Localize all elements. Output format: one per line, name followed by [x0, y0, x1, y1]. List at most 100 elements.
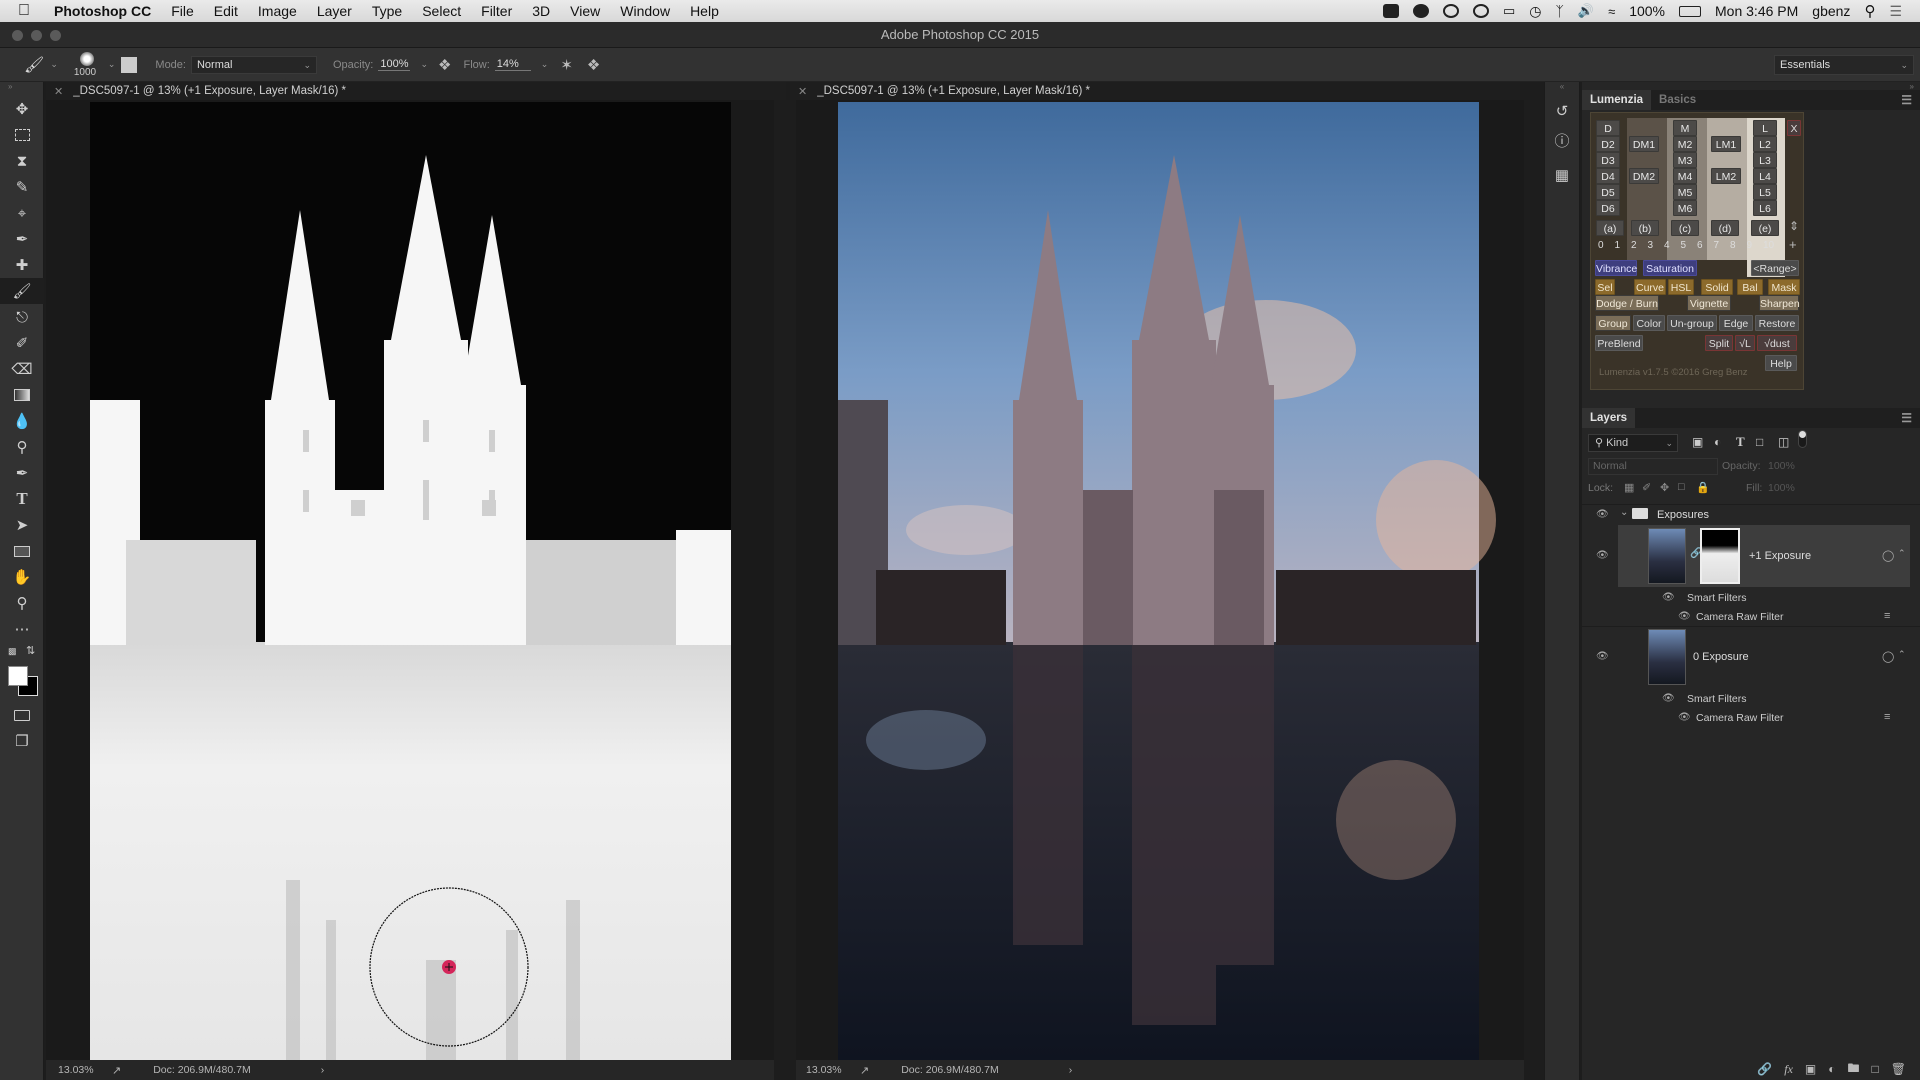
flow-input[interactable]: 14% — [494, 58, 531, 71]
lumenzia-btn-d4[interactable]: D4 — [1596, 168, 1620, 184]
menu-window[interactable]: Window — [610, 0, 680, 22]
lumenzia-zone-9[interactable]: 9 — [1747, 240, 1753, 251]
lumenzia-btn-m[interactable]: M — [1673, 120, 1697, 136]
blur-tool-icon[interactable]: 💧 — [0, 408, 44, 434]
panel-collapse-icon[interactable]: » — [1582, 82, 1920, 91]
brush-tool-icon[interactable]: 🖌 — [0, 278, 44, 304]
bluetooth-icon[interactable]: ᛉ — [1555, 3, 1563, 19]
lumenzia-btn-l2[interactable]: L2 — [1753, 136, 1777, 152]
lumenzia-btn-curve[interactable]: Curve — [1634, 279, 1666, 295]
menu-image[interactable]: Image — [248, 0, 307, 22]
lumenzia-btn-dodge-burn[interactable]: Dodge / Burn — [1595, 295, 1659, 311]
extension-panel-icon[interactable]: ▦ — [1545, 166, 1579, 194]
lumenzia-btn-split[interactable]: Split — [1705, 335, 1733, 351]
status-more-icon[interactable]: › — [321, 1064, 325, 1076]
hand-tool-icon[interactable]: ✋ — [0, 564, 44, 590]
lumenzia-btn-sel[interactable]: Sel — [1595, 279, 1615, 295]
zoom-tool-icon[interactable]: ⚲ — [0, 590, 44, 616]
collapse-effects-icon[interactable]: ⌃ — [1898, 649, 1906, 660]
user-name[interactable]: gbenz — [1812, 3, 1850, 19]
quick-mask-icon[interactable] — [0, 702, 44, 728]
lumenzia-btn-dm2[interactable]: DM2 — [1629, 168, 1659, 184]
password-icon[interactable] — [1442, 4, 1459, 18]
clone-stamp-tool-icon[interactable]: ⎋ — [0, 304, 44, 330]
history-panel-icon[interactable]: ↺ — [1545, 102, 1579, 130]
lumenzia-btn-hsl[interactable]: HSL — [1668, 279, 1694, 295]
doc-size[interactable]: Doc: 206.9M/480.7M — [901, 1064, 998, 1076]
close-tab-icon[interactable]: ✕ — [798, 85, 807, 98]
lumenzia-zone-2[interactable]: 2 — [1631, 240, 1637, 251]
marquee-tool-icon[interactable] — [0, 122, 44, 148]
blend-mode-select[interactable]: Normal — [1588, 458, 1718, 475]
lock-transparent-icon[interactable]: ▦ — [1624, 481, 1634, 494]
lumenzia-btn-d3[interactable]: D3 — [1596, 152, 1620, 168]
menu-3d[interactable]: 3D — [522, 0, 560, 22]
lumenzia-btn-preblend[interactable]: PreBlend — [1595, 335, 1643, 351]
menu-file[interactable]: File — [161, 0, 204, 22]
apple-icon[interactable]:  — [18, 2, 40, 20]
chevron-down-icon[interactable]: ⌄ — [541, 59, 549, 70]
lumenzia-btn-d6[interactable]: D6 — [1596, 200, 1620, 216]
tab-basics[interactable]: Basics — [1651, 90, 1704, 110]
lumenzia-zone-letter-1[interactable]: (b) — [1631, 220, 1659, 236]
lock-artboard-icon[interactable]: □ — [1678, 481, 1685, 493]
document-tab-1[interactable]: ✕ _DSC5097-1 @ 13% (+1 Exposure, Layer M… — [46, 82, 786, 100]
lumenzia-btn-check-l[interactable]: √L — [1735, 335, 1755, 351]
add-mask-icon[interactable]: ▣ — [1805, 1062, 1816, 1076]
lumenzia-btn-bal[interactable]: Bal — [1737, 279, 1763, 295]
collapse-effects-icon[interactable]: ⌃ — [1898, 548, 1906, 559]
new-adjustment-layer-icon[interactable]: ◐ — [1828, 1062, 1835, 1076]
doc-size[interactable]: Doc: 206.9M/480.7M — [153, 1064, 250, 1076]
battery-icon[interactable] — [1679, 5, 1702, 17]
camera-raw-filter-label[interactable]: Camera Raw Filter — [1696, 712, 1784, 724]
lumenzia-btn-l3[interactable]: L3 — [1753, 152, 1777, 168]
checkmark-circle-icon[interactable] — [1412, 4, 1429, 18]
pressure-size-icon[interactable]: ❖ — [587, 56, 600, 74]
healing-brush-tool-icon[interactable]: ✚ — [0, 252, 44, 278]
history-brush-tool-icon[interactable]: ✐ — [0, 330, 44, 356]
lumenzia-btn-color[interactable]: Color — [1633, 315, 1665, 331]
spotlight-search-icon[interactable]: ⚲ — [1864, 2, 1875, 20]
lumenzia-btn-restore[interactable]: Restore — [1755, 315, 1799, 331]
lumenzia-btn-lm1[interactable]: LM1 — [1711, 136, 1741, 152]
lumenzia-btn-vignette[interactable]: Vignette — [1687, 295, 1731, 311]
type-tool-icon[interactable]: T — [0, 486, 44, 512]
lumenzia-btn-d2[interactable]: D2 — [1596, 136, 1620, 152]
new-group-folder-icon[interactable]: 🖿 — [1848, 1059, 1860, 1080]
chevron-down-icon[interactable]: ⌄ — [50, 59, 58, 70]
visibility-eye-icon[interactable]: 👁 — [1596, 651, 1609, 662]
lumenzia-btn-l6[interactable]: L6 — [1753, 200, 1777, 216]
lumenzia-btn-l[interactable]: L — [1753, 120, 1777, 136]
lumenzia-add-icon[interactable]: + — [1789, 237, 1797, 252]
lumenzia-zone-letter-0[interactable]: (a) — [1596, 220, 1624, 236]
brush-panel-toggle-icon[interactable] — [121, 56, 138, 73]
layer-name[interactable]: 0 Exposure — [1693, 651, 1749, 663]
lumenzia-btn-solid[interactable]: Solid — [1701, 279, 1733, 295]
lumenzia-btn-m5[interactable]: M5 — [1673, 184, 1697, 200]
lumenzia-zone-10[interactable]: 10 — [1763, 240, 1774, 251]
layer-thumbnail[interactable] — [1648, 528, 1686, 584]
filter-blending-options-icon[interactable]: ≡ — [1884, 610, 1890, 622]
lumenzia-btn-l5[interactable]: L5 — [1753, 184, 1777, 200]
lumenzia-btn-m6[interactable]: M6 — [1673, 200, 1697, 216]
clock[interactable]: Mon 3:46 PM — [1715, 3, 1798, 19]
lumenzia-btn-range[interactable]: <Range> — [1751, 260, 1799, 276]
lumenzia-btn-check-dust[interactable]: √dust — [1757, 335, 1797, 351]
time-machine-icon[interactable]: ◷ — [1529, 3, 1541, 20]
visibility-eye-icon[interactable]: 👁 — [1596, 550, 1609, 561]
lumenzia-btn-mask[interactable]: Mask — [1768, 279, 1800, 295]
menu-layer[interactable]: Layer — [307, 0, 362, 22]
visibility-eye-icon[interactable]: 👁 — [1662, 693, 1675, 704]
menu-help[interactable]: Help — [680, 0, 729, 22]
export-icon[interactable]: ↗ — [112, 1064, 121, 1077]
layer-name[interactable]: +1 Exposure — [1749, 550, 1811, 562]
lumenzia-help-button[interactable]: Help — [1765, 355, 1797, 371]
rectangle-tool-icon[interactable] — [0, 538, 44, 564]
filter-toggle[interactable] — [1798, 430, 1807, 448]
lock-position-icon[interactable]: ✥ — [1660, 481, 1669, 494]
layer-row-0-exposure[interactable] — [1582, 626, 1920, 688]
filter-kind-select[interactable]: ⚲ Kind ⌄ — [1588, 434, 1678, 452]
fx-icon[interactable]: fx — [1784, 1062, 1793, 1077]
menu-select[interactable]: Select — [412, 0, 471, 22]
filter-smart-object-icon[interactable]: ◫ — [1778, 435, 1789, 449]
